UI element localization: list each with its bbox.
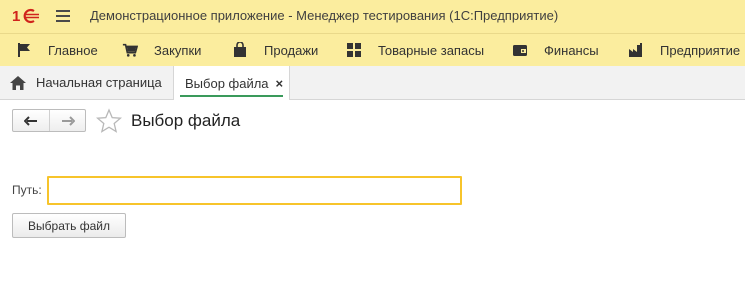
back-button[interactable] [13, 110, 49, 131]
wallet-icon [512, 42, 528, 58]
menu-item-label: Товарные запасы [378, 42, 485, 58]
open-windows-bar: Начальная страница Выбор файла × [0, 66, 745, 100]
factory-icon [628, 42, 644, 58]
menu-item-label: Закупки [154, 42, 202, 58]
menu-item-label: Продажи [264, 42, 319, 58]
close-icon[interactable]: × [276, 76, 284, 91]
tab-home-page[interactable]: Начальная страница [0, 66, 174, 99]
menu-item-finance[interactable]: Финансы [512, 34, 599, 66]
home-icon [10, 75, 26, 90]
window-title: Демонстрационное приложение - Менеджер т… [90, 8, 559, 23]
arrow-right-icon [61, 115, 75, 126]
forward-button[interactable] [49, 110, 85, 131]
bag-icon [232, 42, 248, 58]
menu-item-enterprise[interactable]: Предприятие [628, 34, 740, 66]
navigation-buttons [12, 109, 86, 132]
path-input[interactable] [47, 176, 462, 205]
favorite-star-icon[interactable] [95, 108, 123, 134]
tab-label: Выбор файла [185, 75, 269, 91]
tab-label: Начальная страница [36, 75, 162, 90]
grid-icon [346, 42, 362, 58]
menu-item-sales[interactable]: Продажи [232, 34, 318, 66]
menu-item-label: Главное [48, 42, 98, 58]
section-menu: Главное Закупки Продажи Товарные запасы … [0, 33, 745, 66]
menu-item-purchases[interactable]: Закупки [122, 34, 201, 66]
choose-file-button[interactable]: Выбрать файл [12, 213, 126, 238]
menu-item-inventory[interactable]: Товарные запасы [346, 34, 484, 66]
title-bar: 1 Демонстрационное приложение - Менеджер… [0, 0, 745, 33]
path-label: Путь: [12, 183, 42, 197]
tab-file-selection[interactable]: Выбор файла × [174, 66, 290, 100]
menu-item-label: Предприятие [660, 42, 741, 58]
logo-1c-icon[interactable]: 1 [12, 8, 42, 24]
menu-item-label: Финансы [544, 42, 599, 58]
svg-text:1: 1 [12, 8, 20, 24]
arrow-left-icon [24, 115, 37, 126]
page-title: Выбор файла [131, 111, 241, 130]
active-tab-indicator [180, 95, 283, 97]
menu-item-main[interactable]: Главное [16, 34, 98, 66]
cart-icon [122, 42, 138, 58]
flag-icon [16, 42, 32, 58]
main-menu-icon[interactable] [56, 10, 70, 22]
